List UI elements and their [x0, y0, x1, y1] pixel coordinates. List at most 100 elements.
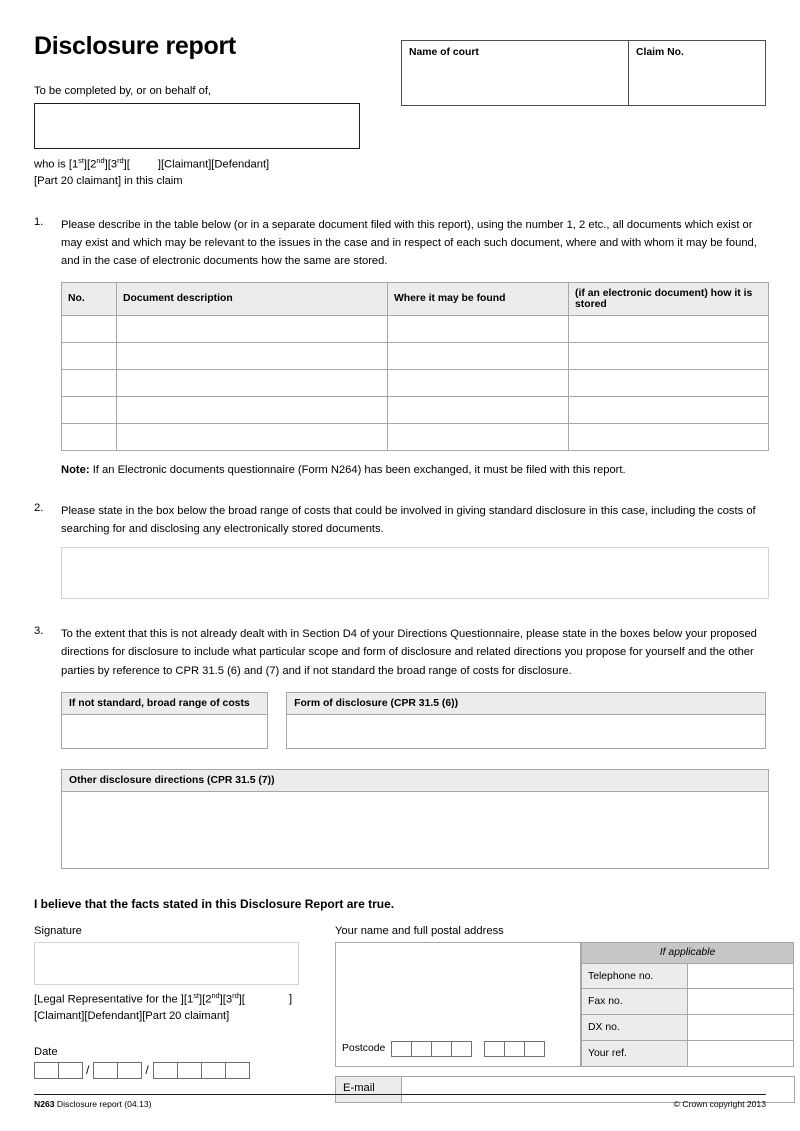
form-header: Disclosure report To be completed by, or…: [34, 26, 766, 190]
note-text: If an Electronic documents questionnaire…: [89, 463, 626, 476]
dx-input[interactable]: [687, 1014, 794, 1041]
legal-rep-line2: [Claimant][Defendant][Part 20 claimant]: [34, 1009, 230, 1022]
date-day-cell[interactable]: [58, 1061, 83, 1079]
broad-range-costs-box: If not standard, broad range of costs: [61, 691, 269, 749]
date-separator: /: [145, 1063, 149, 1078]
fax-input[interactable]: [687, 988, 794, 1016]
postcode-cell[interactable]: [411, 1040, 433, 1057]
claim-no-cell[interactable]: Claim No.: [628, 40, 766, 106]
date-input-group: / /: [34, 1061, 299, 1079]
postcode-cell[interactable]: [524, 1040, 546, 1057]
date-year-cell[interactable]: [224, 1061, 250, 1079]
who-is-line2: [Part 20 claimant] in this claim: [34, 174, 183, 187]
documents-table-head: No. Document description Where it may be…: [61, 281, 769, 316]
cell-where-found[interactable]: [387, 341, 569, 370]
table-row: [61, 422, 769, 451]
table-header-row: If applicable: [581, 941, 794, 964]
ordinal-second-sup: nd: [96, 156, 105, 165]
cell-no[interactable]: [61, 314, 117, 343]
footer-content: N263 Disclosure report (04.13) © Crown c…: [34, 1099, 766, 1109]
cell-no[interactable]: [61, 368, 117, 397]
cell-description[interactable]: [116, 422, 388, 451]
postal-address-input[interactable]: Postcode: [335, 941, 581, 1067]
cell-how-stored[interactable]: [568, 422, 769, 451]
date-year-cell[interactable]: [152, 1061, 178, 1079]
postcode-group: Postcode: [342, 1040, 546, 1057]
ordinal-third-sup: rd: [232, 990, 239, 1000]
header-left-block: Disclosure report To be completed by, or…: [34, 26, 389, 190]
contact-details-column: Your name and full postal address Postco…: [335, 925, 795, 1103]
address-label: Your name and full postal address: [335, 924, 504, 937]
page-title: Disclosure report: [34, 32, 236, 60]
postcode-cell[interactable]: [391, 1040, 413, 1057]
cell-description[interactable]: [116, 341, 388, 370]
completed-by-label: To be completed by, or on behalf of,: [34, 85, 212, 97]
cell-where-found[interactable]: [387, 314, 569, 343]
cell-where-found[interactable]: [387, 422, 569, 451]
postcode-cell[interactable]: [451, 1040, 473, 1057]
column-header-how-stored: (if an electronic document) how it is st…: [568, 281, 769, 316]
legal-rep-prefix: [Legal Representative for the ][: [34, 993, 187, 1006]
your-ref-input[interactable]: [687, 1039, 794, 1067]
question-1-text: Please describe in the table below (or i…: [61, 218, 757, 267]
statement-of-truth: I believe that the facts stated in this …: [34, 896, 395, 911]
ordinal-second-sup: nd: [211, 990, 220, 1000]
disclosure-report-form: Disclosure report To be completed by, or…: [0, 0, 800, 1131]
fax-label: Fax no.: [581, 988, 688, 1016]
question-3: 3. To the extent that this is not alread…: [34, 625, 766, 679]
court-details-table: Name of court Claim No.: [401, 40, 766, 106]
telephone-label: Telephone no.: [581, 962, 688, 990]
documents-table-body: [61, 314, 769, 451]
cell-where-found[interactable]: [387, 368, 569, 397]
postcode-cell[interactable]: [484, 1040, 506, 1057]
who-is-line: who is [1st][2nd][3rd][ ][Claimant][Defe…: [34, 156, 270, 187]
signature-input[interactable]: [34, 941, 299, 985]
form-of-disclosure-input[interactable]: [286, 714, 766, 749]
cell-no[interactable]: [61, 341, 117, 370]
who-is-prefix: who is [: [34, 158, 72, 171]
question-3-text: To the extent that this is not already d…: [61, 628, 757, 677]
postcode-cell[interactable]: [504, 1040, 526, 1057]
ordinal-first-sup: st: [78, 156, 84, 165]
postcode-cell[interactable]: [431, 1040, 453, 1057]
legal-rep-bracket: ]: [289, 992, 293, 1005]
cell-how-stored[interactable]: [568, 368, 769, 397]
cell-no[interactable]: [61, 422, 117, 451]
cell-no[interactable]: [61, 395, 117, 424]
cell-description[interactable]: [116, 395, 388, 424]
date-year-cell[interactable]: [176, 1061, 202, 1079]
cell-how-stored[interactable]: [568, 395, 769, 424]
date-month-cell[interactable]: [117, 1061, 143, 1079]
cell-how-stored[interactable]: [568, 341, 769, 370]
table-row: [61, 395, 769, 424]
cell-description[interactable]: [116, 368, 388, 397]
date-label: Date: [34, 1045, 58, 1058]
broad-range-costs-input[interactable]: [61, 714, 269, 749]
question-3-number: 3.: [34, 625, 44, 638]
ordinal-third-sup: rd: [117, 156, 124, 165]
form-code-line: N263 Disclosure report (04.13): [34, 1099, 152, 1109]
other-directions-heading: Other disclosure directions (CPR 31.5 (7…: [61, 768, 769, 792]
cell-description[interactable]: [116, 314, 388, 343]
table-row: Your ref.: [581, 1039, 794, 1067]
note-line: Note: If an Electronic documents questio…: [61, 464, 766, 476]
question-2-number: 2.: [34, 501, 44, 514]
court-name-cell[interactable]: Name of court: [401, 40, 629, 106]
legal-representative-line: [Legal Representative for the ][1st][2nd…: [34, 990, 293, 1022]
party-name-input[interactable]: [34, 103, 360, 149]
dx-label: DX no.: [581, 1014, 688, 1041]
date-year-cell[interactable]: [200, 1061, 226, 1079]
date-day-cell[interactable]: [34, 1061, 59, 1079]
date-month-cell[interactable]: [93, 1061, 119, 1079]
costs-answer-input[interactable]: [61, 547, 769, 600]
postcode-label: Postcode: [342, 1043, 386, 1055]
telephone-input[interactable]: [687, 962, 794, 990]
other-directions-input[interactable]: [61, 791, 769, 869]
copyright-notice: © Crown copyright 2013: [673, 1099, 766, 1109]
who-is-suffix: ][Claimant][Defendant]: [157, 158, 270, 171]
cell-where-found[interactable]: [387, 395, 569, 424]
if-applicable-heading: If applicable: [581, 941, 794, 964]
table-row: [61, 341, 769, 370]
column-header-no: No.: [61, 281, 117, 316]
cell-how-stored[interactable]: [568, 314, 769, 343]
